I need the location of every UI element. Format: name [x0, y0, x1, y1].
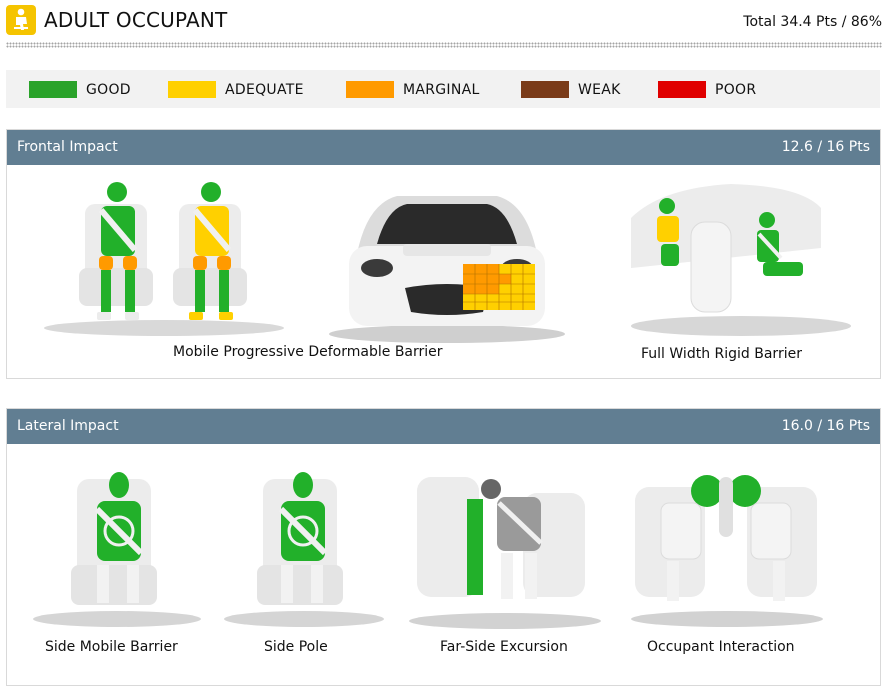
frontal-dummies-figure: [44, 182, 284, 336]
frontal-impact-section: Frontal Impact 12.6 / 16 Pts Mobile Prog…: [6, 129, 881, 379]
seated-occupant-icon: [6, 5, 36, 35]
lateral-impact-header[interactable]: Lateral Impact 16.0 / 16 Pts: [7, 409, 880, 444]
legend-item-adequate: ADEQUATE: [168, 81, 304, 98]
legend-item-poor: POOR: [658, 81, 756, 98]
section-points: 16.0 / 16 Pts: [781, 418, 870, 434]
page-header: ADULT OCCUPANT Total 34.4 Pts / 86%: [6, 4, 882, 38]
legend-item-marginal: MARGINAL: [346, 81, 480, 98]
legend-item-good: GOOD: [29, 81, 131, 98]
side-pole-figure: [224, 472, 384, 627]
legend-label: GOOD: [86, 81, 131, 98]
side-mobile-barrier-figure: [33, 472, 201, 627]
legend-swatch: [658, 81, 706, 98]
legend-label: ADEQUATE: [225, 81, 304, 98]
legend-swatch: [521, 81, 569, 98]
section-title: Frontal Impact: [17, 139, 118, 155]
rating-legend: GOOD ADEQUATE MARGINAL WEAK POOR: [6, 70, 880, 108]
section-points: 12.6 / 16 Pts: [781, 139, 870, 155]
legend-label: MARGINAL: [403, 81, 480, 98]
section-title: Lateral Impact: [17, 418, 119, 434]
legend-swatch: [29, 81, 77, 98]
lateral-impact-section: Lateral Impact 16.0 / 16 Pts Side Mobile…: [6, 408, 881, 686]
page-title: ADULT OCCUPANT: [44, 8, 228, 32]
car-front-figure: [329, 196, 565, 343]
frontal-impact-header[interactable]: Frontal Impact 12.6 / 16 Pts: [7, 130, 880, 165]
test-label-side-mobile-barrier: Side Mobile Barrier: [45, 639, 178, 655]
test-label-mpdb: Mobile Progressive Deformable Barrier: [173, 344, 443, 360]
total-score: Total 34.4 Pts / 86%: [743, 14, 882, 30]
dotted-divider: [6, 42, 882, 48]
far-side-excursion-figure: [409, 477, 601, 629]
legend-label: POOR: [715, 81, 757, 98]
occupant-interaction-figure: [631, 475, 823, 627]
legend-label: WEAK: [578, 81, 621, 98]
legend-swatch: [168, 81, 216, 98]
legend-swatch: [346, 81, 394, 98]
test-label-side-pole: Side Pole: [264, 639, 328, 655]
legend-item-weak: WEAK: [521, 81, 621, 98]
test-label-occupant-interaction: Occupant Interaction: [647, 639, 795, 655]
test-label-far-side-excursion: Far-Side Excursion: [440, 639, 568, 655]
rear-seats-figure: [631, 184, 851, 336]
test-label-full-width: Full Width Rigid Barrier: [641, 346, 802, 362]
